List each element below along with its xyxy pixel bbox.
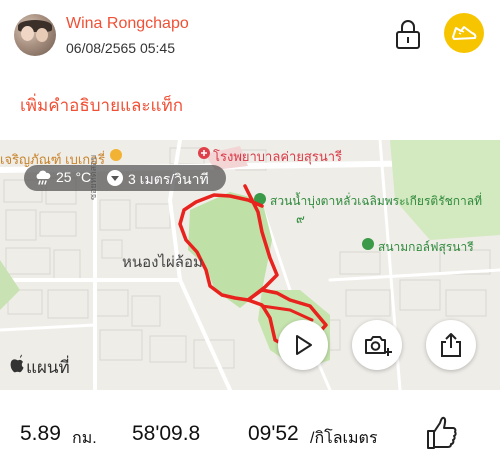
- user-name[interactable]: Wina Rongchapo: [66, 15, 189, 33]
- shoe-icon: [452, 26, 477, 40]
- play-icon: [296, 335, 312, 355]
- cloud-rain-icon: [36, 170, 51, 185]
- weather-badge: 25 °C 3 เมตร/วินาที: [24, 165, 226, 191]
- activity-stats: 5.89 กม. 58'09.8 09'52 /กิโลเมตร: [0, 405, 500, 465]
- distance-value: 5.89: [20, 422, 61, 445]
- apple-logo-icon: [10, 354, 24, 373]
- distance-unit: กม.: [72, 430, 97, 447]
- map-label-hospital: โรงพยาบาลค่ายสุรนารี: [213, 149, 343, 164]
- avatar-face: [21, 26, 34, 41]
- duration-value: 58'09.8: [132, 422, 201, 445]
- play-route-button[interactable]: [278, 320, 328, 370]
- map-label-park: สวนน้ำบุ่งตาหลั่วเฉลิมพระเกียรติรัชกาลที…: [270, 194, 483, 208]
- route-map[interactable]: เจริญภัณฑ์ เบเกอรี่ โรงพยาบาลค่ายสุรนารี…: [0, 140, 500, 390]
- avatar-face: [36, 28, 48, 42]
- lock-icon[interactable]: [394, 18, 422, 50]
- shoe-gear-button[interactable]: [444, 13, 484, 53]
- pace-value: 09'52: [248, 422, 299, 445]
- thumbs-up-icon: [427, 416, 457, 449]
- add-description-link[interactable]: เพิ่มคำอธิบายและแท็ก: [20, 92, 183, 119]
- add-photo-button[interactable]: [352, 320, 402, 370]
- pace-unit: /กิโลเมตร: [310, 430, 378, 447]
- map-label-golf: สนามกอล์ฟสุรนารี: [378, 240, 474, 254]
- map-label-district: หนองไผ่ล้อม: [122, 254, 203, 271]
- temperature: 25 °C: [56, 169, 92, 185]
- maps-brand: แผนที่: [26, 358, 70, 377]
- activity-header: Wina Rongchapo 06/08/2565 05:45: [0, 0, 500, 80]
- camera-add-icon: [365, 336, 392, 356]
- wind-speed: 3 เมตร/วินาที: [128, 171, 209, 187]
- share-button[interactable]: [426, 320, 476, 370]
- activity-datetime: 06/08/2565 05:45: [66, 40, 175, 56]
- like-button[interactable]: [425, 415, 459, 451]
- share-icon: [441, 333, 461, 357]
- wind-direction-icon: [107, 170, 123, 186]
- map-label-park-suffix: ๙: [296, 212, 305, 226]
- avatar[interactable]: [14, 14, 56, 56]
